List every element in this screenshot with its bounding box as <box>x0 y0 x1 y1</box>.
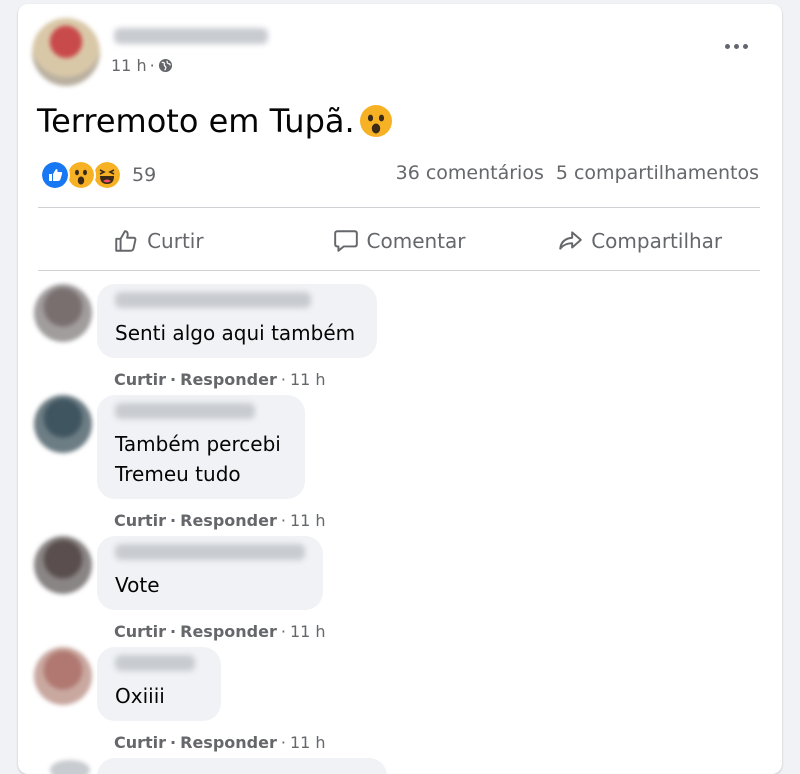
share-label: Compartilhar <box>591 229 723 253</box>
post-time[interactable]: 11 h <box>111 56 147 75</box>
like-reaction-icon <box>40 160 70 190</box>
comment-like-link[interactable]: Curtir <box>114 622 166 641</box>
comment-time[interactable]: 11 h <box>290 733 326 752</box>
commenter-avatar[interactable] <box>34 647 92 705</box>
commenter-name-blurred[interactable] <box>115 655 195 671</box>
comment-like-link[interactable]: Curtir <box>114 733 166 752</box>
comment-actions: Curtir · Responder · 11 h <box>114 511 326 530</box>
comment-reply-link[interactable]: Responder <box>180 622 277 641</box>
comment-text: Oxiiii <box>115 684 165 708</box>
wow-reaction-icon <box>66 160 96 190</box>
commenter-avatar[interactable] <box>50 760 90 774</box>
commenter-name-blurred[interactable] <box>115 403 255 419</box>
author-name-blurred[interactable] <box>114 28 268 44</box>
comment-label: Comentar <box>366 229 466 253</box>
post-text-content: Terremoto em Tupã. <box>37 102 355 140</box>
divider <box>38 270 760 271</box>
post-card: 11 h · Terremoto em Tupã. 59 36 comentár… <box>18 4 782 774</box>
commenter-avatar[interactable] <box>34 395 92 453</box>
comment-actions: Curtir · Responder · 11 h <box>114 622 326 641</box>
thumbs-up-icon <box>115 230 137 252</box>
post-stats: 36 comentários 5 compartilhamentos <box>396 162 759 184</box>
share-button[interactable]: Compartilhar <box>519 210 760 272</box>
reaction-count[interactable]: 59 <box>132 164 156 186</box>
wow-emoji-icon <box>359 105 392 137</box>
commenter-name-blurred[interactable] <box>115 292 311 308</box>
comment-bubble <box>97 758 387 774</box>
comment-time[interactable]: 11 h <box>290 370 326 389</box>
comment-reply-link[interactable]: Responder <box>180 370 277 389</box>
like-label: Curtir <box>147 229 204 253</box>
comment-text: Vote <box>115 573 160 597</box>
comment-bubble: Vote <box>97 536 323 610</box>
commenter-name-blurred[interactable] <box>115 544 305 560</box>
more-options-icon[interactable] <box>725 44 748 49</box>
comment-actions: Curtir · Responder · 11 h <box>114 733 326 752</box>
comment-icon <box>333 230 358 252</box>
comment-like-link[interactable]: Curtir <box>114 370 166 389</box>
comment-reply-link[interactable]: Responder <box>180 733 277 752</box>
comment-bubble: Oxiiii <box>97 647 221 721</box>
globe-icon <box>158 58 172 73</box>
haha-reaction-icon <box>92 160 122 190</box>
comment-text: Senti algo aqui também <box>115 321 356 345</box>
divider <box>38 207 760 208</box>
share-icon <box>559 231 582 250</box>
like-button[interactable]: Curtir <box>38 210 279 272</box>
comment-count[interactable]: 36 comentários <box>396 162 544 184</box>
comment-bubble: Senti algo aqui também <box>97 284 377 358</box>
commenter-avatar[interactable] <box>34 536 92 594</box>
post-actions: Curtir Comentar Compartilhar <box>38 210 760 272</box>
comment-time[interactable]: 11 h <box>290 622 326 641</box>
comment-time[interactable]: 11 h <box>290 511 326 530</box>
share-count[interactable]: 5 compartilhamentos <box>556 162 759 184</box>
post-meta: 11 h · <box>111 56 173 75</box>
comment-button[interactable]: Comentar <box>279 210 520 272</box>
commenter-avatar[interactable] <box>34 284 92 342</box>
comment-actions: Curtir · Responder · 11 h <box>114 370 326 389</box>
reaction-summary[interactable]: 59 <box>40 160 156 190</box>
post-text: Terremoto em Tupã. <box>37 102 393 140</box>
comment-bubble: Também percebi Tremeu tudo <box>97 395 305 499</box>
comment-reply-link[interactable]: Responder <box>180 511 277 530</box>
author-avatar[interactable] <box>32 18 100 86</box>
comment-text: Também percebi Tremeu tudo <box>115 432 281 486</box>
comment-like-link[interactable]: Curtir <box>114 511 166 530</box>
meta-separator: · <box>149 56 155 75</box>
